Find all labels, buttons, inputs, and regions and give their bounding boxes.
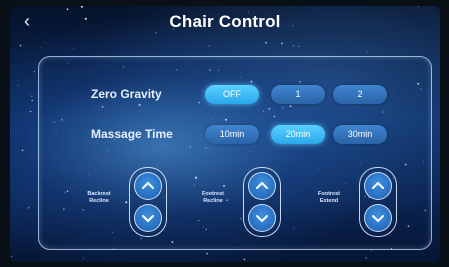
- star: [10, 255, 13, 258]
- backrest-recline-control: Backrest Recline: [79, 165, 179, 241]
- page-title: Chair Control: [169, 12, 281, 31]
- star: [365, 257, 368, 259]
- star: [208, 45, 210, 47]
- chair-control-screen: ‹ Chair Control Zero Gravity OFF 1 2 Mas…: [10, 6, 440, 262]
- zero-gravity-label: Zero Gravity: [91, 87, 162, 101]
- chevron-up-icon: [372, 181, 384, 189]
- star: [280, 42, 284, 45]
- chevron-down-icon: [372, 215, 384, 223]
- star: [292, 44, 295, 47]
- footrest-extend-down-button[interactable]: [364, 204, 392, 232]
- star: [312, 9, 314, 11]
- footrest-extend-label-line2: Extend: [319, 198, 339, 204]
- star: [366, 51, 368, 53]
- star: [15, 68, 17, 70]
- star: [349, 40, 351, 42]
- chevron-down-icon: [142, 215, 154, 223]
- star: [418, 6, 419, 7]
- massage-time-20min-button[interactable]: 20min: [271, 125, 325, 144]
- star: [298, 45, 300, 48]
- footrest-extend-label: Footrest Extend: [309, 191, 349, 205]
- star: [17, 84, 20, 87]
- footrest-extend-up-button[interactable]: [364, 172, 392, 200]
- footrest-recline-down-button[interactable]: [248, 204, 276, 232]
- star: [73, 48, 75, 50]
- backrest-recline-label-line2: Recline: [89, 198, 109, 204]
- footrest-recline-up-button[interactable]: [248, 172, 276, 200]
- zero-gravity-2-button[interactable]: 2: [333, 85, 387, 104]
- backrest-down-button[interactable]: [134, 204, 162, 232]
- star: [40, 47, 41, 48]
- backrest-up-button[interactable]: [134, 172, 162, 200]
- backrest-recline-label: Backrest Recline: [79, 191, 119, 205]
- zero-gravity-off-button[interactable]: OFF: [205, 85, 259, 104]
- star: [10, 130, 11, 132]
- star: [33, 71, 36, 73]
- star: [21, 149, 24, 152]
- star: [44, 42, 46, 44]
- star: [27, 206, 30, 209]
- massage-time-30min-button[interactable]: 30min: [333, 125, 387, 144]
- chevron-up-icon: [256, 181, 268, 189]
- star: [155, 31, 158, 34]
- control-panel: Zero Gravity OFF 1 2 Massage Time 10min …: [38, 56, 432, 250]
- footrest-recline-label-line2: Recline: [203, 198, 223, 204]
- star: [31, 95, 33, 97]
- footrest-recline-label: Footrest Recline: [193, 191, 233, 205]
- footrest-extend-control: Footrest Extend: [309, 165, 409, 241]
- star: [243, 258, 246, 261]
- massage-time-10min-button[interactable]: 10min: [205, 125, 259, 144]
- star: [82, 257, 84, 259]
- footrest-recline-control: Footrest Recline: [193, 165, 293, 241]
- star: [29, 110, 32, 113]
- zero-gravity-1-button[interactable]: 1: [271, 85, 325, 104]
- footrest-extend-label-line1: Footrest: [318, 191, 340, 197]
- footrest-extend-capsule: [359, 167, 397, 237]
- star: [19, 44, 22, 47]
- star: [265, 41, 267, 44]
- star: [80, 6, 83, 8]
- backrest-recline-capsule: [129, 167, 167, 237]
- backrest-recline-label-line1: Backrest: [87, 191, 111, 197]
- star: [206, 252, 209, 255]
- star: [31, 99, 33, 102]
- footrest-recline-capsule: [243, 167, 281, 237]
- massage-time-label: Massage Time: [91, 127, 173, 141]
- chevron-down-icon: [256, 215, 268, 223]
- footrest-recline-label-line1: Footrest: [202, 191, 224, 197]
- star: [66, 8, 69, 11]
- chevron-up-icon: [142, 181, 154, 189]
